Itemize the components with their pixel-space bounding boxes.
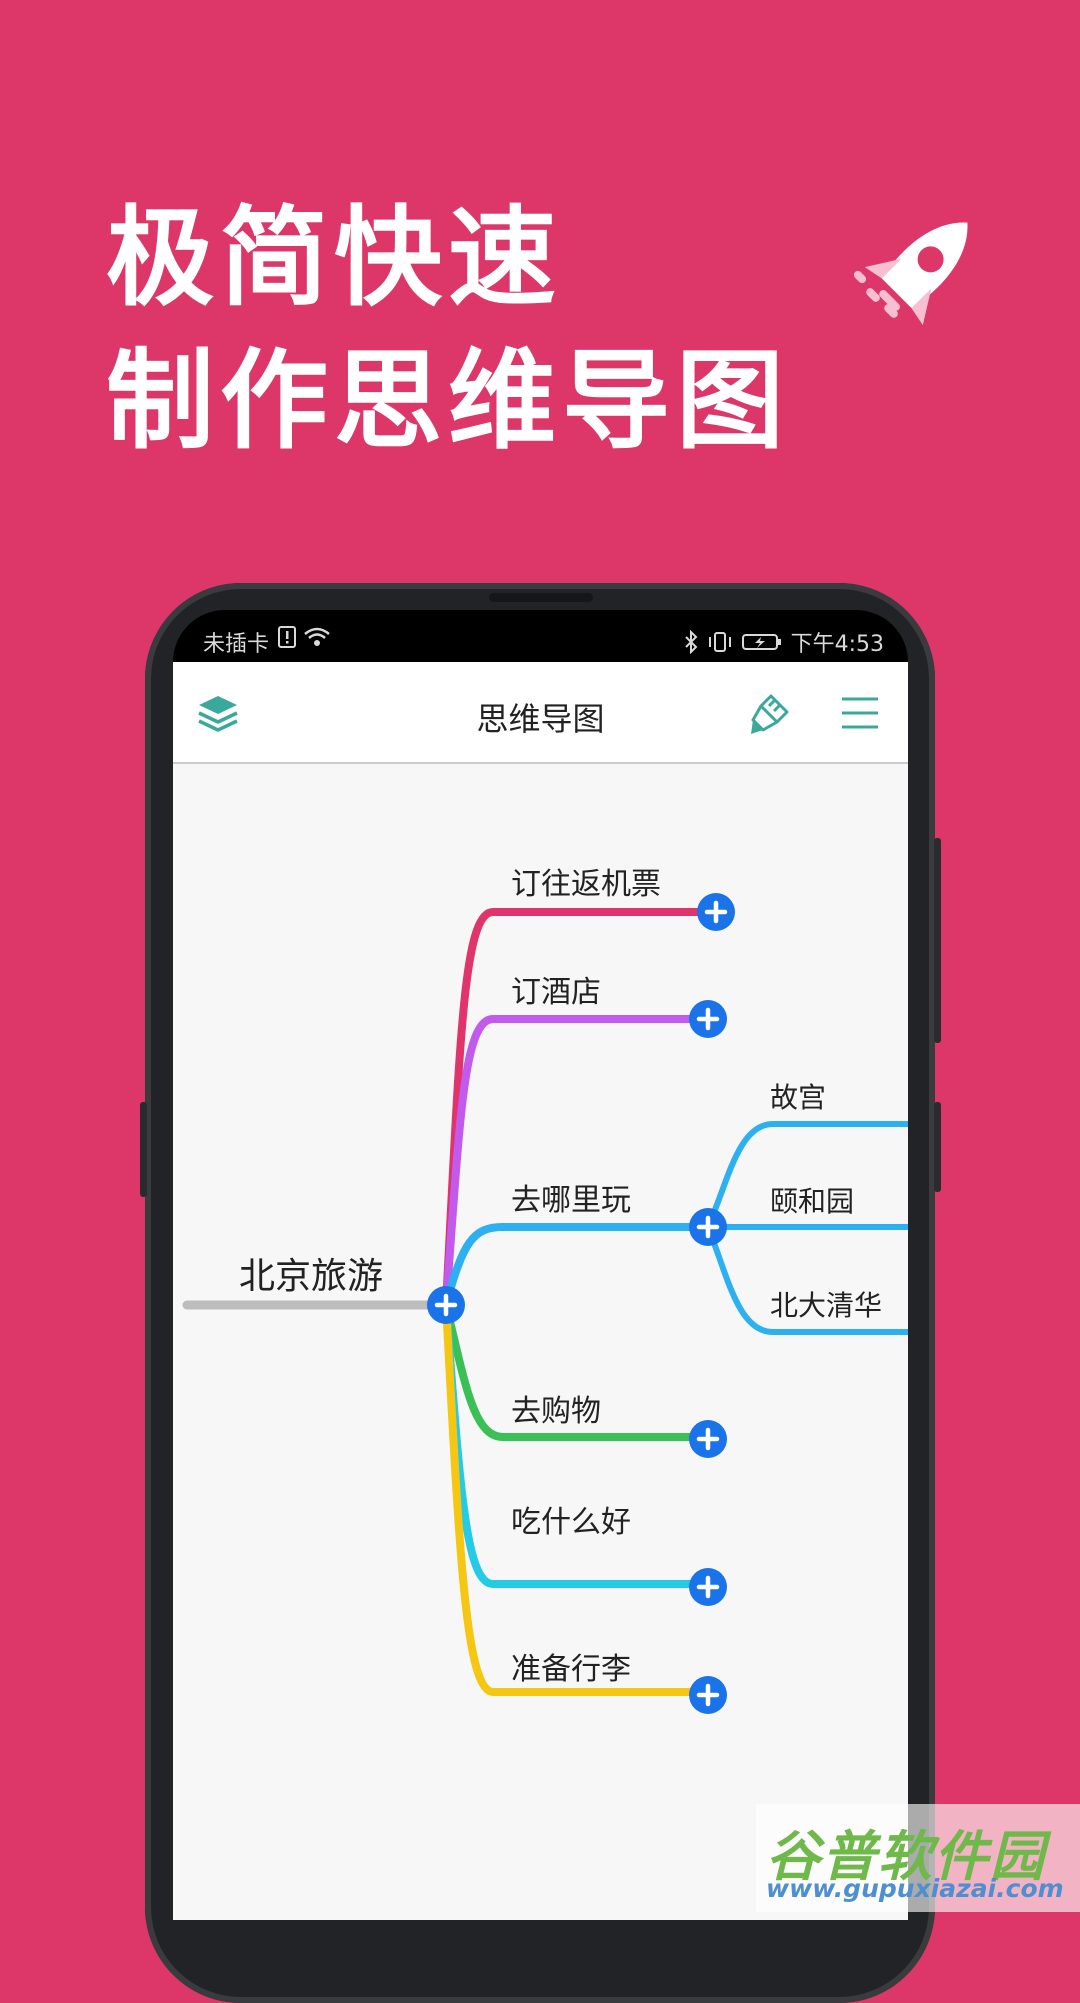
root-node[interactable]: 北京旅游	[239, 1247, 383, 1299]
node-yiheyuan[interactable]: 颐和园	[770, 1180, 854, 1220]
app-bar: 思维导图	[173, 662, 908, 764]
node-hotel[interactable]: 订酒店	[511, 967, 601, 1011]
app-title: 思维导图	[476, 700, 605, 738]
brush-icon[interactable]	[745, 690, 793, 738]
app-screen: 北京旅游 订往返机票 订酒店 去哪里玩 去购物 吃什么好 准备行李 故宫 颐和园…	[173, 662, 908, 1920]
node-places[interactable]: 去哪里玩	[511, 1175, 631, 1219]
node-gugong[interactable]: 故宫	[770, 1076, 826, 1116]
add-node-button-hotel[interactable]	[689, 1000, 727, 1038]
status-bar: 未插卡 下午4:53	[173, 610, 908, 662]
add-node-button-food[interactable]	[689, 1568, 727, 1606]
branch-line-hotel	[442, 1015, 710, 1309]
menu-icon[interactable]	[840, 696, 880, 730]
add-node-button-root[interactable]	[427, 1286, 465, 1324]
carrier-text: 未插卡	[203, 632, 270, 657]
phone-speaker	[489, 593, 593, 602]
rocket-icon	[853, 222, 968, 326]
node-luggage[interactable]: 准备行李	[511, 1644, 631, 1688]
add-node-button-shopping[interactable]	[689, 1420, 727, 1458]
node-peking-tsinghua[interactable]: 北大清华	[770, 1284, 882, 1324]
node-shopping[interactable]: 去购物	[511, 1386, 601, 1430]
branch-line-food	[442, 1301, 710, 1588]
bluetooth-icon	[684, 630, 698, 654]
headline-line-2: 制作思维导图	[106, 339, 791, 464]
node-food[interactable]: 吃什么好	[511, 1497, 631, 1541]
add-node-button-tickets[interactable]	[697, 893, 735, 931]
sim-wifi-icon	[278, 626, 330, 648]
vibrate-icon	[708, 632, 731, 652]
phone-side-button	[140, 1102, 147, 1197]
phone-power-button	[934, 1102, 941, 1192]
branch-line-places	[442, 1223, 710, 1309]
clock-text: 下午4:53	[790, 632, 884, 657]
headline-line-1: 极简快速	[106, 196, 563, 321]
watermark-url: www.gupuxiazai.com	[766, 1874, 1064, 1903]
battery-charging-icon	[741, 634, 781, 650]
watermark-logo: 谷普软件园 www.gupuxiazai.com	[756, 1804, 1080, 1912]
phone-volume-button	[934, 838, 941, 1043]
node-tickets[interactable]: 订往返机票	[511, 859, 661, 903]
add-node-button-places[interactable]	[689, 1208, 727, 1246]
add-node-button-luggage[interactable]	[689, 1676, 727, 1714]
